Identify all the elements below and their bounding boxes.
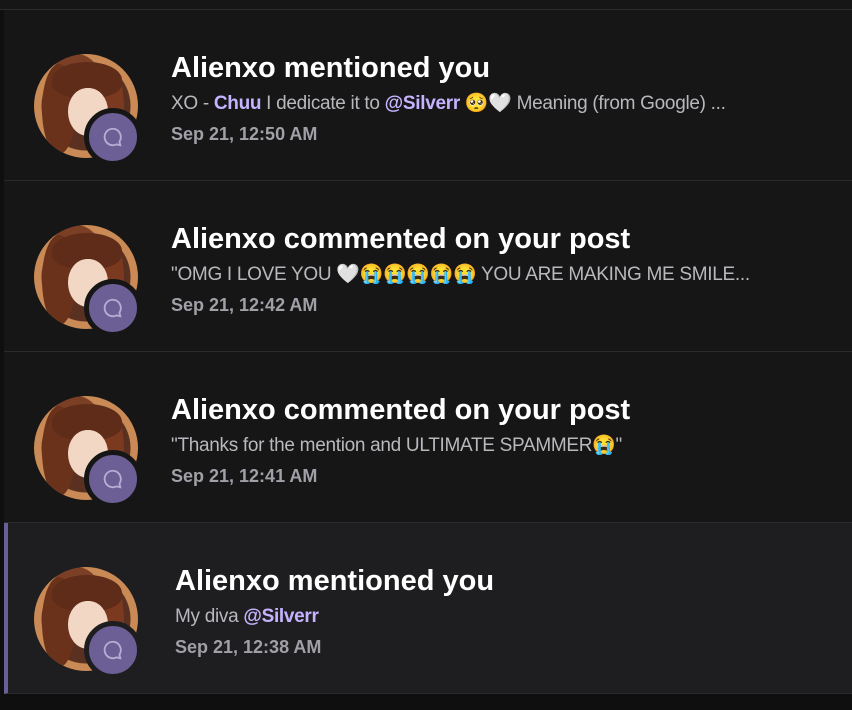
- chat-bubble-icon: [103, 127, 122, 147]
- notification-type-badge: [84, 108, 142, 166]
- avatar-wrapper: [34, 567, 146, 679]
- mention-link[interactable]: @Silverr: [385, 93, 461, 114]
- notification-body: My diva @Silverr: [175, 602, 832, 632]
- notification-type-badge: [84, 279, 142, 337]
- notification-item[interactable]: Alienxo commented on your post "Thanks f…: [4, 352, 852, 523]
- mention-link[interactable]: Chuu: [214, 93, 262, 114]
- avatar-wrapper: [34, 225, 146, 337]
- top-divider: [0, 0, 852, 10]
- chat-bubble-icon: [103, 469, 122, 489]
- notification-timestamp: Sep 21, 12:38 AM: [175, 637, 322, 657]
- body-text: I dedicate it to: [261, 93, 385, 114]
- notification-timestamp: Sep 21, 12:41 AM: [171, 466, 318, 486]
- chat-bubble-icon: [103, 640, 122, 660]
- notification-body: "Thanks for the mention and ULTIMATE SPA…: [171, 435, 622, 456]
- notification-list: Alienxo mentioned you XO - Chuu I dedica…: [0, 10, 852, 694]
- notification-content: Alienxo mentioned you My diva @Silverr S…: [175, 563, 832, 660]
- avatar-wrapper: [34, 396, 146, 508]
- notification-content: Alienxo commented on your post "Thanks f…: [171, 392, 832, 489]
- notification-timestamp: Sep 21, 12:42 AM: [171, 295, 318, 315]
- chat-bubble-icon: [103, 298, 122, 318]
- body-text: My diva: [175, 606, 244, 627]
- notification-title: Alienxo mentioned you: [171, 52, 491, 84]
- notification-item[interactable]: Alienxo mentioned you XO - Chuu I dedica…: [4, 10, 852, 181]
- notification-item[interactable]: Alienxo commented on your post "OMG I LO…: [4, 181, 852, 352]
- body-text: XO -: [171, 93, 214, 114]
- notification-type-badge: [84, 450, 142, 508]
- notification-body: XO - Chuu I dedicate it to @Silverr 🥺🤍 M…: [171, 89, 832, 119]
- notification-type-badge: [84, 621, 142, 679]
- notification-content: Alienxo commented on your post "OMG I LO…: [171, 221, 832, 318]
- notification-body: "OMG I LOVE YOU 🤍😭😭😭😭😭 YOU ARE MAKING ME…: [171, 264, 750, 285]
- notification-item-unread[interactable]: Alienxo mentioned you My diva @Silverr S…: [4, 523, 852, 694]
- notification-title: Alienxo mentioned you: [175, 565, 495, 597]
- mention-link[interactable]: @Silverr: [243, 606, 319, 627]
- notification-timestamp: Sep 21, 12:50 AM: [171, 124, 318, 144]
- body-text: 🥺🤍 Meaning (from Google) ...: [459, 93, 726, 114]
- notification-title: Alienxo commented on your post: [171, 223, 631, 255]
- notification-content: Alienxo mentioned you XO - Chuu I dedica…: [171, 50, 832, 147]
- avatar-wrapper: [34, 54, 146, 166]
- notification-title: Alienxo commented on your post: [171, 394, 631, 426]
